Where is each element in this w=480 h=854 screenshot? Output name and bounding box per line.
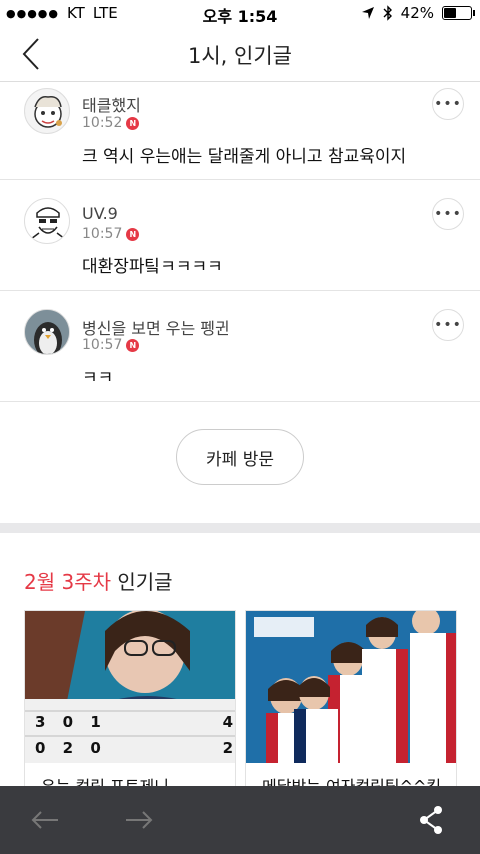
comment-text: 대환장파팈ㅋㅋㅋㅋ (82, 257, 223, 277)
page-title: 1시, 인기글 (188, 44, 292, 68)
more-options-button[interactable]: ••• (432, 198, 464, 230)
share-icon (420, 806, 442, 834)
avatar[interactable] (24, 88, 70, 134)
comment-item: 병신을 보면 우는 펭귄 10:57 N ㅋㅋ ••• (0, 291, 480, 402)
arrow-right-icon (126, 811, 153, 829)
popular-post-card[interactable]: 3 0 1 0 2 0 4 2 우는 컬링 포토제니 (24, 610, 236, 800)
more-options-button[interactable]: ••• (432, 309, 464, 341)
section-week-label: 2월 3주차 (24, 570, 112, 594)
cafe-visit-button[interactable]: 카페 방문 (176, 429, 304, 485)
browser-back-button[interactable] (28, 804, 62, 836)
scoreboard-top: 3 0 1 (35, 713, 107, 731)
popular-post-card[interactable]: 메달받는 여자컬링팀^^킥 (245, 610, 457, 800)
post-thumbnail (246, 611, 456, 763)
comment-item: 태클했지 10:52 N 크 역시 우는애는 달래줄게 아니고 참교육이지 ••… (0, 82, 480, 180)
scoreboard-bottom: 0 2 0 (35, 739, 107, 757)
scoreboard-total-bottom: 2 (222, 739, 233, 757)
share-button[interactable] (414, 804, 448, 836)
section-title: 2월 3주차 인기글 (24, 566, 173, 595)
comment-author[interactable]: UV.9 (82, 204, 118, 223)
avatar[interactable] (24, 309, 70, 355)
comment-author[interactable]: 병신을 보면 우는 펭귄 (82, 315, 230, 339)
section-title-label: 인기글 (117, 570, 173, 594)
bluetooth-icon (383, 5, 392, 21)
new-badge: N (126, 227, 140, 241)
browser-forward-button[interactable] (122, 804, 156, 836)
comment-text: ㅋㅋ (82, 368, 114, 388)
scoreboard-total-top: 4 (222, 713, 233, 731)
comment-time: 10:57 (82, 337, 123, 353)
location-icon (361, 7, 374, 19)
new-badge: N (126, 338, 140, 352)
comment-time: 10:52 (82, 115, 123, 131)
battery-percent: 42% (400, 4, 434, 22)
arrow-left-icon (31, 811, 58, 829)
more-dots-icon: ••• (434, 96, 462, 112)
comment-item: UV.9 10:57 N 대환장파팈ㅋㅋㅋㅋ ••• (0, 180, 480, 291)
nav-header: 1시, 인기글 (0, 26, 480, 82)
new-badge: N (126, 116, 140, 130)
section-divider (0, 523, 480, 533)
battery-icon (442, 6, 475, 20)
status-bar: ●●●●● KT LTE 오후 1:54 42% (0, 0, 480, 26)
comment-author[interactable]: 태클했지 (82, 92, 141, 116)
more-dots-icon: ••• (434, 206, 462, 222)
bottom-toolbar (0, 786, 480, 854)
more-options-button[interactable]: ••• (432, 88, 464, 120)
comment-text: 크 역시 우는애는 달래줄게 아니고 참교육이지 (82, 147, 407, 167)
more-dots-icon: ••• (434, 317, 462, 333)
comment-time: 10:57 (82, 226, 123, 242)
avatar[interactable] (24, 198, 70, 244)
battery-fill (444, 8, 456, 18)
